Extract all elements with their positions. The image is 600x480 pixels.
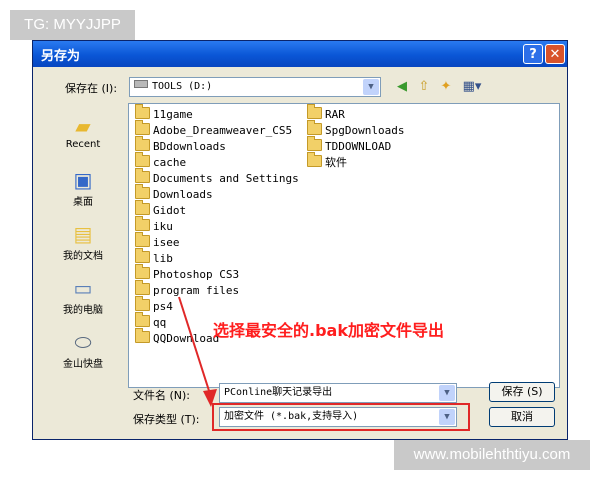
recent-folder-icon: ▰ <box>75 114 91 138</box>
folder-icon <box>135 296 150 311</box>
save-as-dialog: 另存为 ? ✕ 保存在 (I): TOOLS (D:) ▼ ◀ ⇧ ✦ ▦▾ ▰… <box>32 40 568 440</box>
save-button[interactable]: 保存 (S) <box>489 382 555 402</box>
place-label: 我的文档 <box>63 251 103 262</box>
dialog-title: 另存为 <box>41 49 81 64</box>
folder-icon <box>135 120 150 135</box>
folder-label: Adobe_Dreamweaver_CS5 <box>153 124 293 137</box>
close-button[interactable]: ✕ <box>545 44 565 64</box>
folder-label: Downloads <box>153 188 213 201</box>
list-item[interactable]: SpgDownloads <box>307 120 405 139</box>
folder-label: 11game <box>153 108 193 121</box>
list-item[interactable]: TDDOWNLOAD <box>307 136 392 155</box>
folder-label: SpgDownloads <box>325 124 405 137</box>
folder-icon <box>307 136 322 151</box>
folder-icon <box>307 104 322 119</box>
folder-label: TDDOWNLOAD <box>325 140 392 153</box>
title-bar: 另存为 ? ✕ <box>33 41 567 67</box>
folder-icon <box>135 136 150 151</box>
place-recent[interactable]: ▰ Recent <box>45 113 121 150</box>
save-in-value: TOOLS (D:) <box>152 81 213 92</box>
folder-label: isee <box>153 236 180 249</box>
folder-icon <box>135 264 150 279</box>
back-icon[interactable]: ◀ <box>393 78 411 96</box>
folder-icon <box>135 152 150 167</box>
place-label: 我的电脑 <box>63 305 103 316</box>
desktop-icon: ▣ <box>73 168 93 192</box>
folder-icon <box>135 280 150 295</box>
folder-icon <box>135 104 150 119</box>
places-bar: ▰ Recent ▣ 桌面 ▤ 我的文档 ▭ 我的电脑 ⬭ 金山快盘 <box>37 101 125 393</box>
list-item[interactable]: Photoshop CS3 <box>135 264 240 283</box>
annotation-text: 选择最安全的.bak加密文件导出 <box>213 321 444 340</box>
folder-label: Photoshop CS3 <box>153 268 240 281</box>
chevron-down-icon[interactable]: ▼ <box>439 385 455 401</box>
folder-icon <box>307 152 322 167</box>
place-label: Recent <box>65 139 101 150</box>
place-label: 金山快盘 <box>63 359 103 370</box>
folder-label: Documents and Settings <box>153 172 299 185</box>
save-in-label: 保存在 (I): <box>65 82 118 95</box>
tg-tag: TG: MYYJJPP <box>10 10 135 40</box>
folder-label: RAR <box>325 108 345 121</box>
new-folder-icon[interactable]: ✦ <box>437 78 455 96</box>
folder-icon <box>307 120 322 135</box>
folder-label: BDdownloads <box>153 140 226 153</box>
filename-value: PConline聊天记录导出 <box>224 387 333 398</box>
drive-icon <box>134 80 148 88</box>
kuaipan-icon: ⬭ <box>74 330 92 354</box>
cancel-button[interactable]: 取消 <box>489 407 555 427</box>
place-computer[interactable]: ▭ 我的电脑 <box>45 275 121 316</box>
folder-label: qq <box>153 316 167 329</box>
filename-input[interactable]: PConline聊天记录导出 ▼ <box>219 383 457 403</box>
folder-label: iku <box>153 220 173 233</box>
list-item[interactable]: Documents and Settings <box>135 168 299 187</box>
view-menu-icon[interactable]: ▦▾ <box>459 78 485 96</box>
folder-icon <box>135 312 150 327</box>
filename-label: 文件名 (N): <box>133 389 191 402</box>
filetype-label: 保存类型 (T): <box>133 413 200 426</box>
place-desktop[interactable]: ▣ 桌面 <box>45 167 121 208</box>
list-item[interactable]: Adobe_Dreamweaver_CS5 <box>135 120 293 139</box>
folder-icon <box>135 216 150 231</box>
chevron-down-icon[interactable]: ▼ <box>363 79 379 95</box>
up-folder-icon[interactable]: ⇧ <box>415 78 433 96</box>
folder-label: ps4 <box>153 300 173 313</box>
computer-icon: ▭ <box>73 276 93 300</box>
list-item[interactable]: Downloads <box>135 184 213 203</box>
folder-icon <box>135 200 150 215</box>
place-kuaipan[interactable]: ⬭ 金山快盘 <box>45 329 121 370</box>
place-documents[interactable]: ▤ 我的文档 <box>45 221 121 262</box>
list-item[interactable]: 11game <box>135 104 193 123</box>
folder-label: 软件 <box>325 156 347 169</box>
folder-icon <box>135 232 150 247</box>
folder-label: Gidot <box>153 204 187 217</box>
place-label: 桌面 <box>73 197 93 208</box>
highlight-box <box>212 403 470 431</box>
site-watermark: www.mobilehthtiyu.com <box>394 440 590 470</box>
folder-icon <box>135 184 150 199</box>
folder-icon <box>135 328 150 343</box>
folder-label: cache <box>153 156 187 169</box>
folder-icon <box>135 168 150 183</box>
save-in-dropdown[interactable]: TOOLS (D:) ▼ <box>129 77 381 97</box>
help-button[interactable]: ? <box>523 44 543 64</box>
folder-label: lib <box>153 252 173 265</box>
folder-icon <box>135 248 150 263</box>
documents-icon: ▤ <box>73 222 93 246</box>
list-item[interactable]: BDdownloads <box>135 136 226 155</box>
list-item[interactable]: 软件 <box>307 152 347 171</box>
